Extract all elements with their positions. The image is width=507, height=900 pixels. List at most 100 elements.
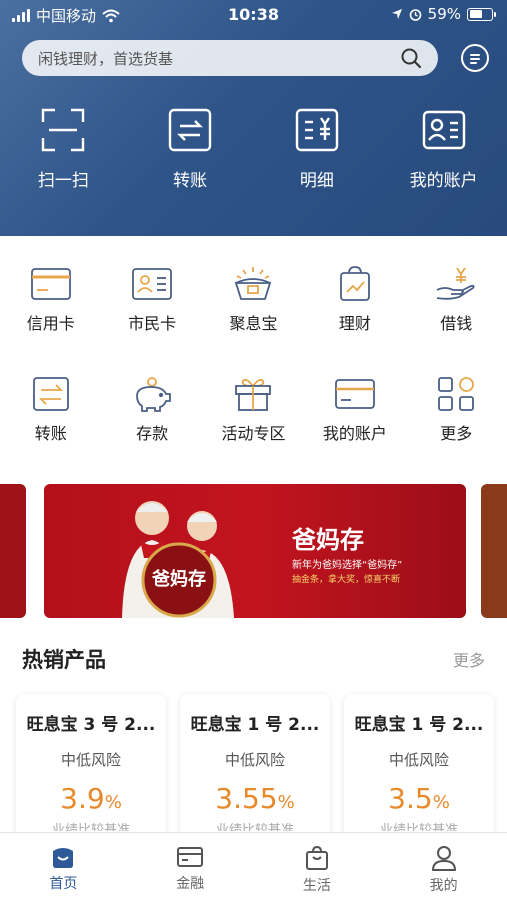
benchmark-label: 业绩比较基准 bbox=[51, 823, 130, 831]
search-placeholder: 闲钱理财，首选货基 bbox=[38, 49, 174, 68]
action-scan[interactable]: 扫一扫 bbox=[0, 108, 127, 191]
service-more[interactable]: 更多 bbox=[406, 376, 507, 444]
account-icon bbox=[422, 110, 465, 150]
product-name: 旺息宝 1 号 2... bbox=[354, 715, 484, 735]
chart-bag-icon bbox=[339, 266, 370, 301]
banner-prev[interactable] bbox=[0, 484, 26, 618]
rate-unit: % bbox=[277, 792, 295, 813]
action-account[interactable]: 我的账户 bbox=[380, 108, 507, 191]
person-icon bbox=[431, 846, 456, 871]
rate-value: 3.9 bbox=[60, 782, 105, 815]
finance-card-icon bbox=[177, 847, 204, 867]
service-deposit[interactable]: 存款 bbox=[101, 376, 202, 444]
rate-unit: % bbox=[104, 792, 122, 813]
gift-icon bbox=[235, 378, 272, 411]
tab-life[interactable]: 生活 bbox=[254, 833, 381, 900]
service-my-account[interactable]: 我的账户 bbox=[304, 376, 405, 444]
header-actions: 扫一扫 转账 明细 我的账户 bbox=[0, 108, 507, 191]
service-loan[interactable]: 借钱 bbox=[406, 266, 507, 334]
service-citizen-card[interactable]: 市民卡 bbox=[101, 266, 202, 334]
action-label: 转账 bbox=[173, 171, 208, 191]
more-link[interactable]: 更多 bbox=[453, 647, 485, 671]
service-row: 信用卡 市民卡 聚息宝 理财 借钱 bbox=[0, 266, 507, 334]
rate-value: 3.55 bbox=[215, 782, 278, 815]
service-label: 聚息宝 bbox=[229, 314, 278, 333]
product-name: 旺息宝 1 号 2... bbox=[190, 715, 320, 735]
service-grid: 信用卡 市民卡 聚息宝 理财 借钱 转账 存款 活动专区 我的账户 更多 bbox=[0, 236, 507, 466]
action-label: 明细 bbox=[299, 171, 334, 191]
battery-percent: 59% bbox=[427, 5, 461, 23]
product-card[interactable]: 旺息宝 1 号 2... 中低风险 3.55% 业绩比较基准 bbox=[180, 694, 330, 844]
section-title: 热销产品 bbox=[22, 648, 106, 672]
statement-icon bbox=[295, 108, 339, 152]
tab-finance[interactable]: 金融 bbox=[127, 833, 254, 900]
rate-unit: % bbox=[432, 792, 450, 813]
search-icon[interactable] bbox=[400, 47, 422, 69]
alarm-icon bbox=[409, 8, 421, 21]
hot-products-section: 热销产品 更多 旺息宝 3 号 2... 中低风险 3.9% 业绩比较基准 旺息… bbox=[0, 632, 507, 844]
promo-banner[interactable]: 爸妈存 爸妈存 新年为爸妈选择“爸妈存” 抽金条，拿大奖，惊喜不断 bbox=[44, 484, 466, 618]
benchmark-label: 业绩比较基准 bbox=[215, 823, 294, 831]
product-cards: 旺息宝 3 号 2... 中低风险 3.9% 业绩比较基准 旺息宝 1 号 2.… bbox=[16, 694, 494, 844]
basket-icon bbox=[235, 267, 272, 300]
scan-icon bbox=[42, 108, 85, 152]
home-icon bbox=[53, 848, 74, 868]
message-icon[interactable] bbox=[461, 44, 489, 72]
tab-mine[interactable]: 我的 bbox=[380, 833, 507, 900]
credit-card-icon bbox=[30, 268, 71, 300]
service-label: 信用卡 bbox=[26, 314, 75, 333]
bag-text: 爸妈存 bbox=[151, 568, 206, 590]
action-label: 扫一扫 bbox=[37, 171, 89, 191]
transfer-icon bbox=[32, 377, 69, 411]
product-rate: 3.55% bbox=[180, 782, 330, 815]
service-label: 借钱 bbox=[440, 314, 473, 333]
service-label: 市民卡 bbox=[128, 314, 177, 333]
rate-value: 3.5 bbox=[388, 782, 433, 815]
banner-subtitle: 新年为爸妈选择“爸妈存” bbox=[292, 560, 403, 571]
product-rate: 3.5% bbox=[344, 782, 494, 815]
service-label: 转账 bbox=[34, 424, 67, 443]
tab-bar: 首页 金融 生活 我的 bbox=[0, 832, 507, 900]
search-bar[interactable]: 闲钱理财，首选货基 bbox=[22, 40, 438, 76]
product-rate: 3.9% bbox=[16, 782, 166, 815]
banner-next[interactable] bbox=[481, 484, 507, 618]
service-label: 活动专区 bbox=[221, 424, 286, 443]
tab-label: 我的 bbox=[429, 878, 458, 894]
tab-label: 首页 bbox=[49, 876, 78, 892]
service-label: 我的账户 bbox=[322, 424, 387, 443]
service-label: 存款 bbox=[136, 424, 169, 443]
banner-tagline: 抽金条，拿大奖，惊喜不断 bbox=[292, 575, 401, 585]
status-bar: 中国移动 10:38 59% bbox=[0, 0, 507, 30]
service-credit-card[interactable]: 信用卡 bbox=[0, 266, 101, 334]
service-transfer[interactable]: 转账 bbox=[0, 376, 101, 444]
header: 中国移动 10:38 59% 闲钱理财，首选货基 扫一扫 转账 明细 我的账户 bbox=[0, 0, 507, 236]
piggy-bank-icon bbox=[136, 377, 171, 412]
risk-level: 中低风险 bbox=[224, 751, 285, 769]
shopping-bag-icon bbox=[305, 845, 328, 870]
action-transfer[interactable]: 转账 bbox=[127, 108, 254, 191]
citizen-card-icon bbox=[132, 268, 172, 300]
action-label: 我的账户 bbox=[409, 171, 478, 191]
banner-carousel: 爸妈存 爸妈存 新年为爸妈选择“爸妈存” 抽金条，拿大奖，惊喜不断 bbox=[0, 466, 507, 632]
tab-home[interactable]: 首页 bbox=[0, 833, 127, 900]
more-grid-icon bbox=[438, 377, 475, 411]
risk-level: 中低风险 bbox=[60, 751, 121, 769]
service-wealth[interactable]: 理财 bbox=[304, 266, 405, 334]
risk-level: 中低风险 bbox=[388, 751, 449, 769]
tab-label: 金融 bbox=[176, 876, 205, 892]
service-label: 理财 bbox=[338, 314, 371, 333]
transfer-icon bbox=[168, 108, 212, 152]
loan-hand-icon bbox=[436, 267, 475, 300]
location-icon bbox=[391, 9, 402, 19]
elderly-couple-image: 爸妈存 bbox=[122, 501, 234, 618]
tab-label: 生活 bbox=[302, 878, 331, 894]
service-jixibao[interactable]: 聚息宝 bbox=[203, 266, 304, 334]
service-row: 转账 存款 活动专区 我的账户 更多 bbox=[0, 376, 507, 444]
product-card[interactable]: 旺息宝 3 号 2... 中低风险 3.9% 业绩比较基准 bbox=[16, 694, 166, 844]
battery-icon bbox=[467, 7, 496, 21]
service-activities[interactable]: 活动专区 bbox=[203, 376, 304, 444]
card-icon bbox=[334, 379, 375, 409]
product-card[interactable]: 旺息宝 1 号 2... 中低风险 3.5% 业绩比较基准 bbox=[344, 694, 494, 844]
service-label: 更多 bbox=[440, 424, 473, 443]
action-statement[interactable]: 明细 bbox=[254, 108, 381, 191]
